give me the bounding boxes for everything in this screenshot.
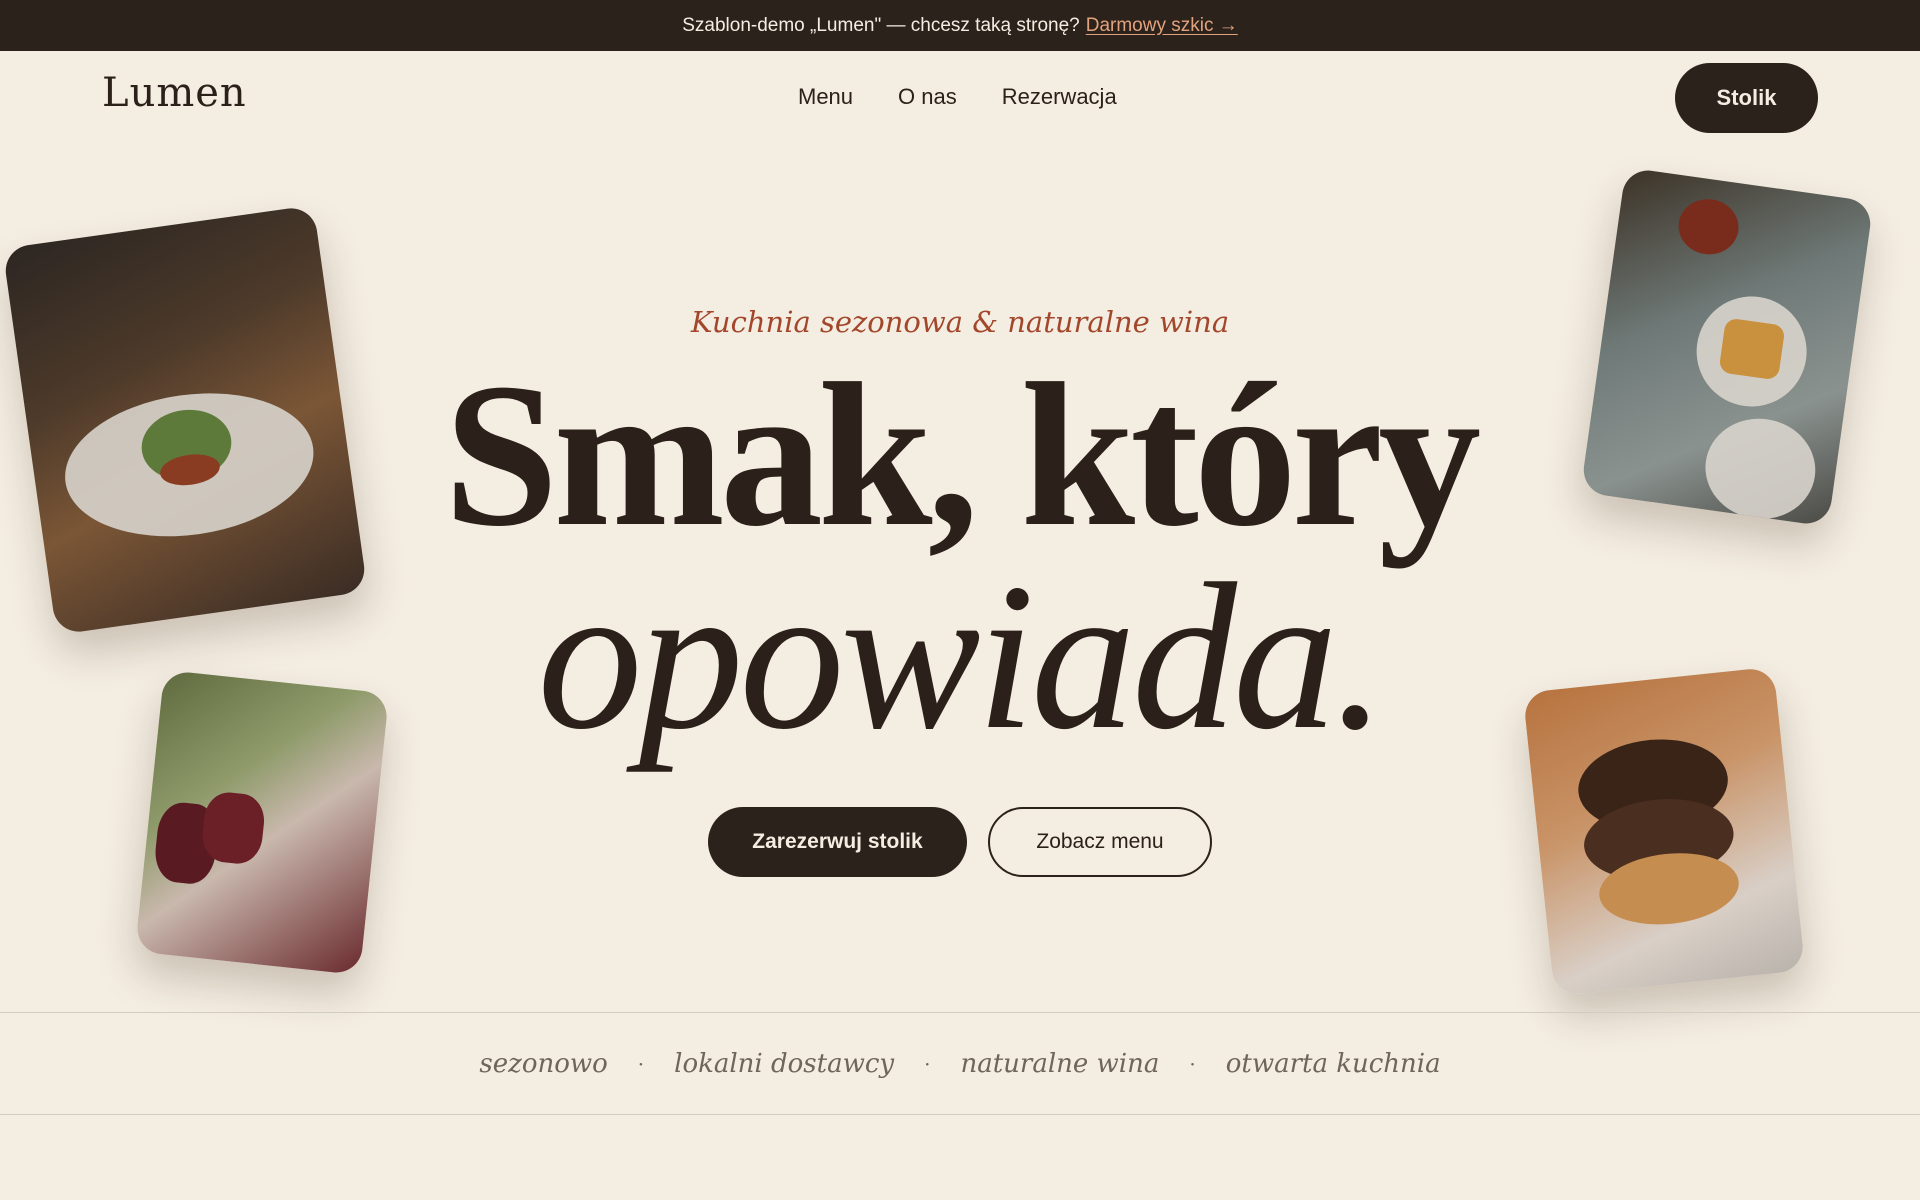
promo-text: Szablon-demo „Lumen" — chcesz taką stron… — [682, 14, 1080, 36]
nav-item-o-nas[interactable]: O nas — [898, 84, 957, 110]
nav-item-menu[interactable]: Menu — [798, 84, 853, 110]
view-menu-button[interactable]: Zobacz menu — [988, 807, 1212, 877]
logo[interactable]: Lumen — [102, 70, 247, 116]
hero-headline-line1: Smak, który — [443, 340, 1481, 569]
features-strip: sezonowo · lokalni dostawcy · naturalne … — [0, 1012, 1920, 1115]
hero-cta-group: Zarezerwuj stolik Zobacz menu — [708, 807, 1212, 877]
separator-dot: · — [637, 1051, 645, 1076]
feature-item: otwarta kuchnia — [1225, 1048, 1441, 1079]
hero-tagline: Kuchnia sezonowa & naturalne wina — [690, 305, 1230, 339]
feature-item: naturalne wina — [960, 1048, 1160, 1079]
reserve-table-button[interactable]: Zarezerwuj stolik — [708, 807, 967, 877]
separator-dot: · — [924, 1051, 931, 1076]
promo-bar: Szablon-demo „Lumen" — chcesz taką stron… — [0, 0, 1920, 51]
feature-item: sezonowo — [479, 1048, 608, 1079]
feature-item: lokalni dostawcy — [674, 1048, 895, 1079]
stolik-button[interactable]: Stolik — [1675, 63, 1818, 133]
hero-headline-line2: opowiada. — [537, 541, 1387, 773]
separator-dot: · — [1189, 1051, 1196, 1076]
promo-link[interactable]: Darmowy szkic → — [1086, 15, 1238, 37]
main-nav: Menu O nas Rezerwacja — [798, 84, 1117, 110]
nav-item-rezerwacja[interactable]: Rezerwacja — [1002, 84, 1117, 110]
